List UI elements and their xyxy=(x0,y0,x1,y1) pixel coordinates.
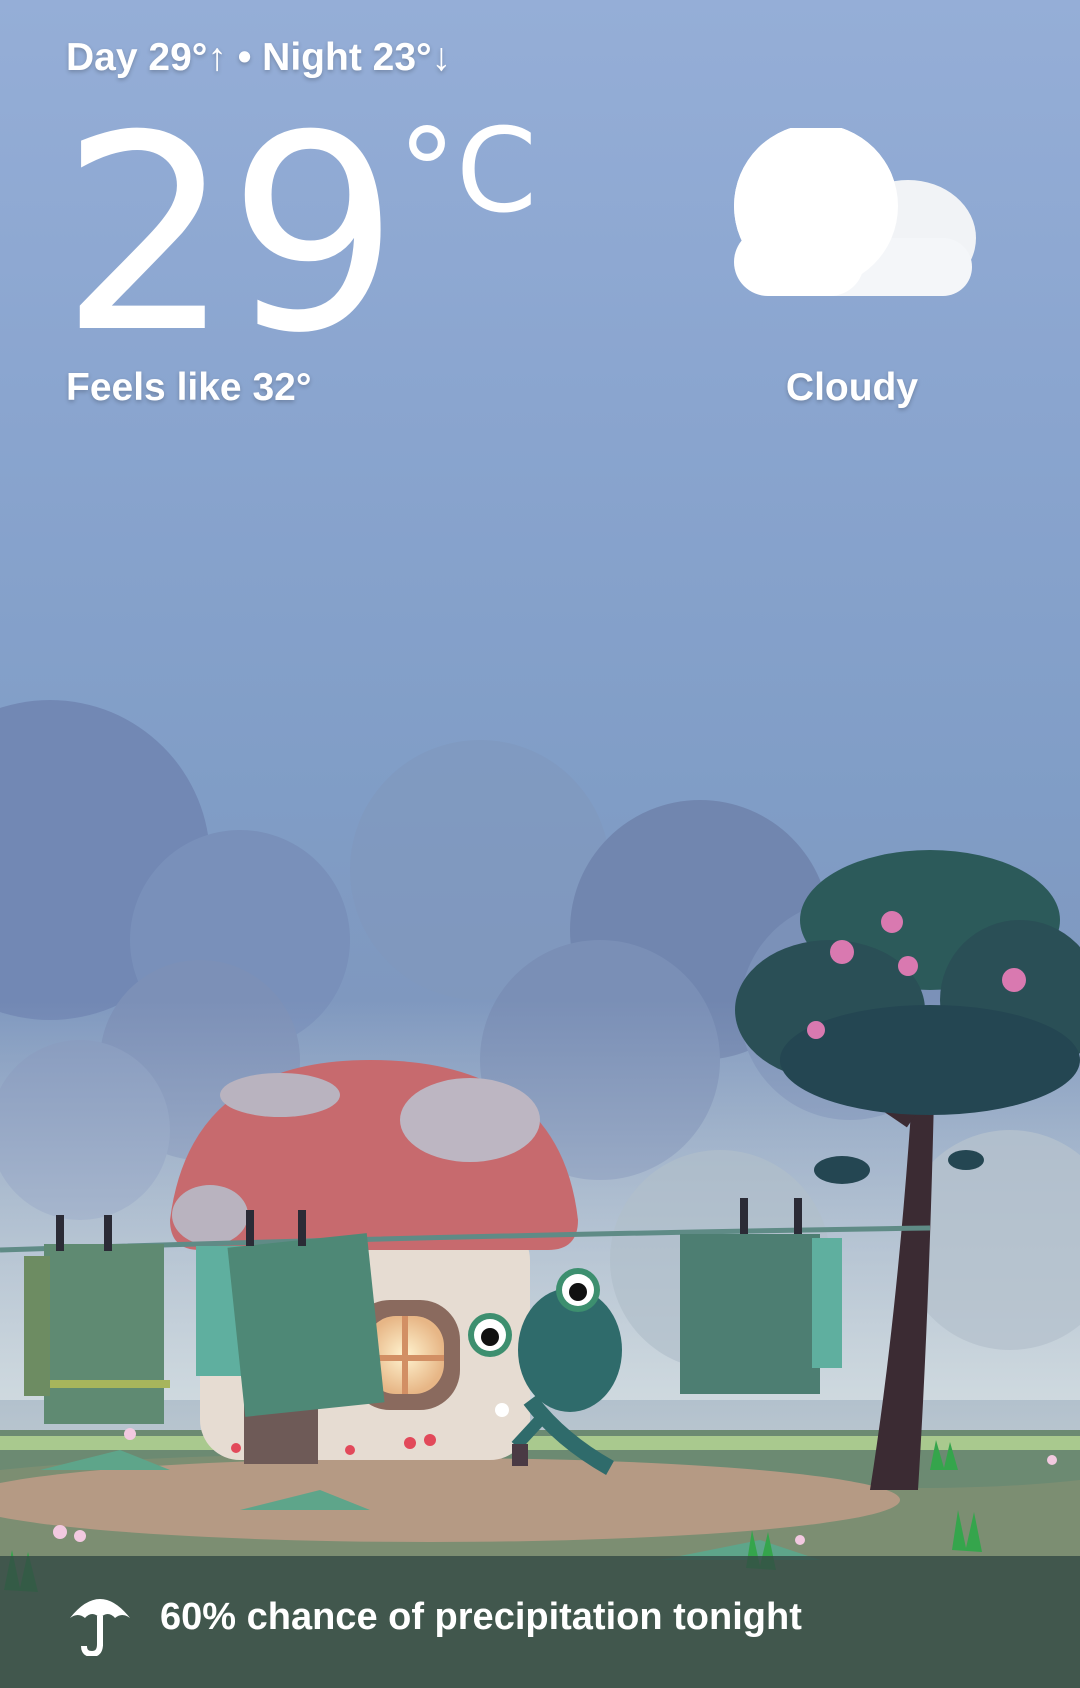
precipitation-text: 60% chance of precipitation tonight xyxy=(160,1596,802,1638)
temperature-unit: °C xyxy=(398,104,537,239)
cloud-icon xyxy=(734,128,976,296)
weather-screen: Day 29°↑ • Night 23°↓ 29 °C Feels like 3… xyxy=(0,0,1080,1688)
umbrella-icon xyxy=(70,1599,130,1656)
day-night-temps: Day 29°↑ • Night 23°↓ xyxy=(66,36,452,79)
condition-label: Cloudy xyxy=(785,366,919,409)
feels-like: Feels like 32° xyxy=(66,366,312,409)
precipitation-bar[interactable]: 60% chance of precipitation tonight xyxy=(0,1556,1080,1688)
temperature-value: 29 xyxy=(60,77,400,392)
